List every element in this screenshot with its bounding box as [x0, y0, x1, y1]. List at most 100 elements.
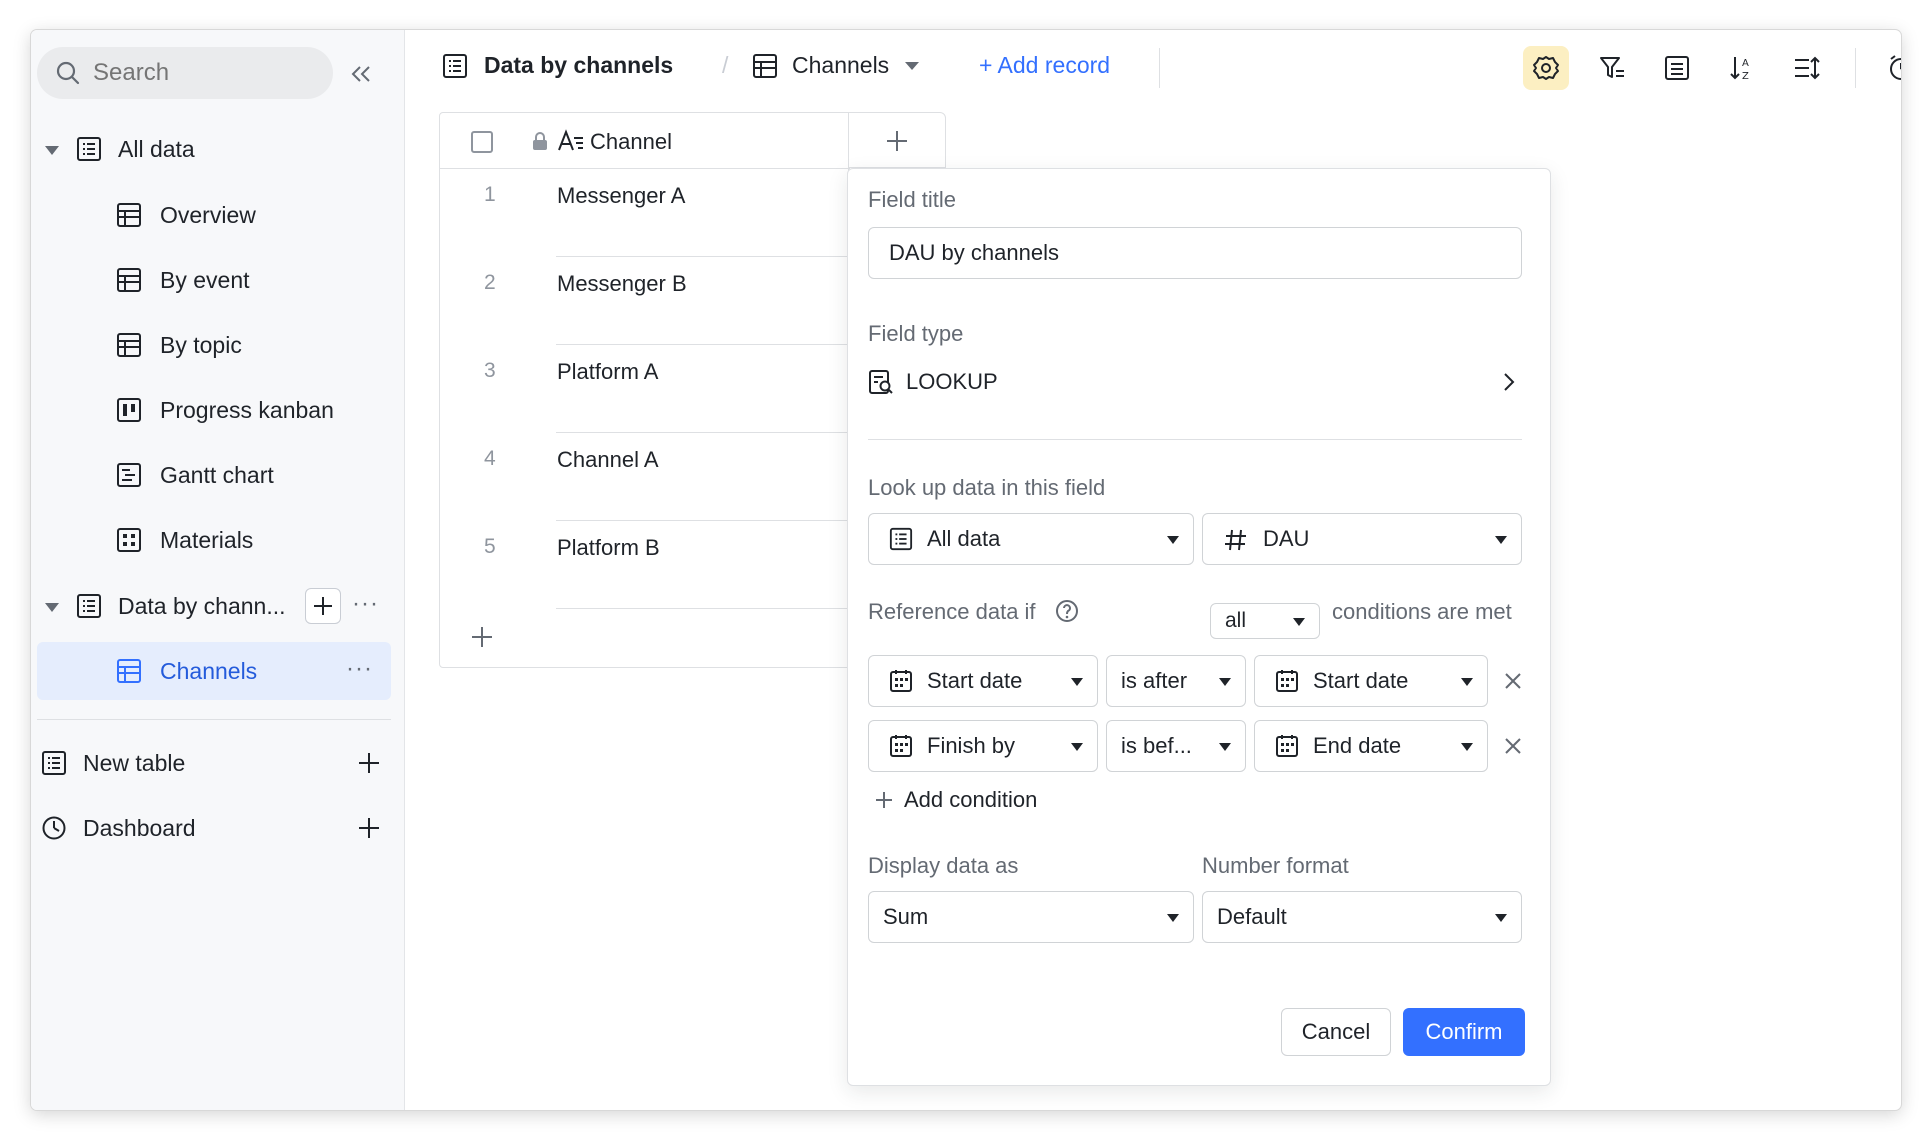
breadcrumb-view[interactable]: Channels	[752, 52, 920, 79]
search-box[interactable]	[37, 47, 333, 99]
sidebar-divider	[37, 719, 391, 720]
number-field-icon	[1223, 527, 1249, 553]
field-title-input[interactable]: DAU by channels	[868, 227, 1522, 279]
svg-text:Z: Z	[1742, 71, 1749, 82]
condition-field-select[interactable]: Finish by	[868, 720, 1098, 772]
plus-icon[interactable]	[357, 816, 381, 840]
collapse-sidebar-icon[interactable]	[347, 60, 375, 88]
condition-operator-select[interactable]: is after	[1106, 655, 1246, 707]
table-row[interactable]: 5 Platform B	[440, 521, 850, 609]
cell-channel[interactable]: Messenger A	[557, 183, 685, 209]
sidebar-section-data-by-channels[interactable]: Data by chann... ···	[31, 578, 391, 634]
add-condition-button[interactable]: Add condition	[874, 787, 1037, 813]
reference-label: Reference data if	[868, 599, 1036, 624]
table-row[interactable]: 4 Channel A	[440, 433, 850, 521]
add-condition-label: Add condition	[904, 787, 1038, 812]
format-label: Number format	[1202, 853, 1349, 878]
sidebar-item-by-event[interactable]: By event	[31, 252, 391, 308]
add-view-button[interactable]	[305, 588, 341, 624]
sidebar-item-label: Dashboard	[83, 814, 196, 841]
display-select[interactable]: Sum	[868, 891, 1194, 943]
condition-value-select[interactable]: End date	[1254, 720, 1488, 772]
plus-icon	[885, 129, 909, 153]
column-header-channel[interactable]: Channel	[590, 129, 672, 155]
caret-down-icon[interactable]	[45, 146, 59, 155]
field-config-panel: Field title DAU by channels Field type L…	[847, 168, 1551, 1086]
records-grid: Channel 1 Messenger A 2 Messenger B 3 Pl…	[439, 112, 850, 668]
remove-condition-icon[interactable]	[1502, 670, 1524, 692]
lookup-table-select[interactable]: All data	[868, 513, 1194, 565]
row-height-icon[interactable]	[1792, 53, 1822, 83]
condition-field-select[interactable]: Start date	[868, 655, 1098, 707]
filter-icon[interactable]	[1597, 53, 1627, 83]
sidebar-section-all-data[interactable]: All data	[31, 121, 391, 177]
sidebar-item-new-table[interactable]: New table	[31, 735, 391, 791]
sidebar-item-label: Gantt chart	[160, 461, 274, 488]
field-type-selector[interactable]: LOOKUP	[868, 353, 1522, 409]
sidebar-item-label: Channels	[160, 657, 258, 684]
confirm-button[interactable]: Confirm	[1403, 1008, 1525, 1056]
sidebar-item-dashboard[interactable]: Dashboard	[31, 800, 391, 856]
help-icon[interactable]	[1055, 599, 1079, 623]
select-all-checkbox[interactable]	[471, 131, 493, 153]
condition-value-select[interactable]: Start date	[1254, 655, 1488, 707]
table-row[interactable]: 1 Messenger A	[440, 169, 850, 257]
caret-down-icon[interactable]	[45, 603, 59, 612]
app-window: All data Overview By event By topic Prog…	[31, 30, 1901, 1110]
sidebar-item-overview[interactable]: Overview	[31, 187, 391, 243]
lookup-field-value: DAU	[1263, 526, 1310, 551]
grid-view-icon	[116, 658, 142, 684]
grid-view-icon	[116, 267, 142, 293]
plus-icon[interactable]	[357, 751, 381, 775]
text-field-icon	[557, 129, 585, 153]
sidebar-item-by-topic[interactable]: By topic	[31, 317, 391, 373]
lookup-table-value: All data	[927, 526, 1001, 551]
more-icon[interactable]: ···	[352, 590, 379, 618]
caret-down-icon	[1219, 678, 1231, 686]
grid-view-icon	[752, 53, 778, 79]
sidebar-item-progress-kanban[interactable]: Progress kanban	[31, 382, 391, 438]
sidebar-item-materials[interactable]: Materials	[31, 512, 391, 568]
table-row[interactable]: 2 Messenger B	[440, 257, 850, 345]
cell-channel[interactable]: Platform A	[557, 359, 658, 385]
search-input[interactable]	[93, 59, 293, 87]
table-name: Data by channels	[484, 52, 674, 78]
sidebar-item-channels[interactable]: Channels ···	[37, 642, 391, 700]
date-icon	[1275, 734, 1301, 760]
cell-channel[interactable]: Channel A	[557, 447, 659, 473]
gear-icon[interactable]	[1531, 53, 1561, 83]
match-mode-select[interactable]: all	[1210, 603, 1320, 639]
date-icon	[1275, 669, 1301, 695]
sidebar-item-label: Materials	[160, 526, 254, 553]
sidebar-item-gantt-chart[interactable]: Gantt chart	[31, 447, 391, 503]
caret-down-icon[interactable]	[905, 61, 920, 70]
add-record-button[interactable]: + Add record	[979, 52, 1110, 79]
display-value: Sum	[883, 904, 929, 929]
remove-condition-icon[interactable]	[1502, 735, 1524, 757]
sidebar-item-label: Progress kanban	[160, 396, 334, 423]
lookup-field-select[interactable]: DAU	[1202, 513, 1522, 565]
table-row[interactable]: 3 Platform A	[440, 345, 850, 433]
view-name: Channels	[792, 52, 890, 78]
add-field-button[interactable]	[848, 112, 946, 168]
add-row-icon[interactable]	[470, 625, 494, 649]
toolbar-divider	[1855, 48, 1856, 88]
table-icon	[76, 593, 102, 619]
cell-channel[interactable]: Platform B	[557, 535, 660, 561]
sort-icon[interactable]: AZ	[1727, 53, 1757, 83]
cancel-button[interactable]: Cancel	[1281, 1008, 1391, 1056]
cell-channel[interactable]: Messenger B	[557, 271, 687, 297]
breadcrumb-table[interactable]: Data by channels	[442, 52, 673, 79]
sidebar-section-label: All data	[118, 135, 195, 162]
gantt-icon	[116, 462, 142, 488]
caret-down-icon	[1071, 743, 1083, 751]
more-icon[interactable]: ···	[346, 655, 373, 683]
number-format-select[interactable]: Default	[1202, 891, 1522, 943]
caret-down-icon	[1167, 914, 1179, 922]
condition-operator-select[interactable]: is bef...	[1106, 720, 1246, 772]
group-icon[interactable]	[1662, 53, 1692, 83]
sidebar-section-label: Data by chann...	[118, 592, 286, 619]
caret-down-icon	[1495, 536, 1507, 544]
sidebar-item-label: By event	[160, 266, 250, 293]
alarm-clock-icon[interactable]	[1886, 53, 1901, 83]
